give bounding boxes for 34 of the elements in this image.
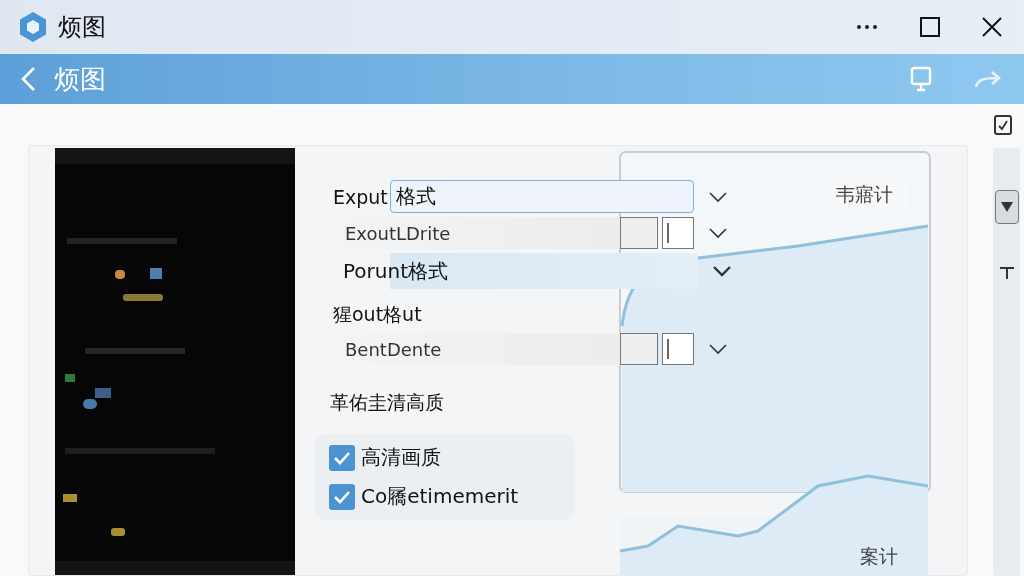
select-field[interactable]: Porunt格式 xyxy=(343,253,698,289)
chevron-down-icon[interactable] xyxy=(708,190,728,203)
section-label: 革佑圭清高质 xyxy=(329,390,444,415)
section-label: 猩out格ut xyxy=(332,302,422,327)
chart-label: 案计 xyxy=(859,544,899,569)
close-icon[interactable] xyxy=(982,17,1002,37)
scroll-down-button[interactable] xyxy=(994,190,1019,224)
note-icon[interactable] xyxy=(993,113,1013,136)
value-box[interactable] xyxy=(620,217,658,249)
number-field[interactable] xyxy=(662,333,694,365)
chevron-down-icon[interactable] xyxy=(712,265,732,277)
text-cursor-icon xyxy=(666,222,670,244)
text-field[interactable]: 格式 xyxy=(390,180,694,213)
check-icon xyxy=(333,489,351,504)
page-title: 烦图 xyxy=(54,62,107,96)
number-field[interactable] xyxy=(662,217,694,249)
tee-icon xyxy=(998,266,1015,280)
check-icon xyxy=(333,450,351,465)
more-icon[interactable] xyxy=(856,24,878,30)
chevron-down-icon[interactable] xyxy=(708,227,728,239)
chevron-down-icon[interactable] xyxy=(708,343,728,355)
checkbox[interactable] xyxy=(329,444,355,471)
field-label: Exput xyxy=(332,185,389,208)
checkbox[interactable] xyxy=(329,483,355,510)
triangle-down-icon xyxy=(999,201,1014,213)
maximize-icon[interactable] xyxy=(920,17,940,37)
checkbox-label: 高清画质 xyxy=(361,444,441,471)
app-logo-icon xyxy=(18,11,48,43)
checkbox-label: Co屩etimemerit xyxy=(361,483,519,510)
back-icon[interactable] xyxy=(20,66,36,92)
window-title: 烦图 xyxy=(58,12,107,43)
text-cursor-icon xyxy=(666,338,670,360)
scrollbar[interactable] xyxy=(993,148,1020,576)
value-box[interactable] xyxy=(620,333,658,365)
